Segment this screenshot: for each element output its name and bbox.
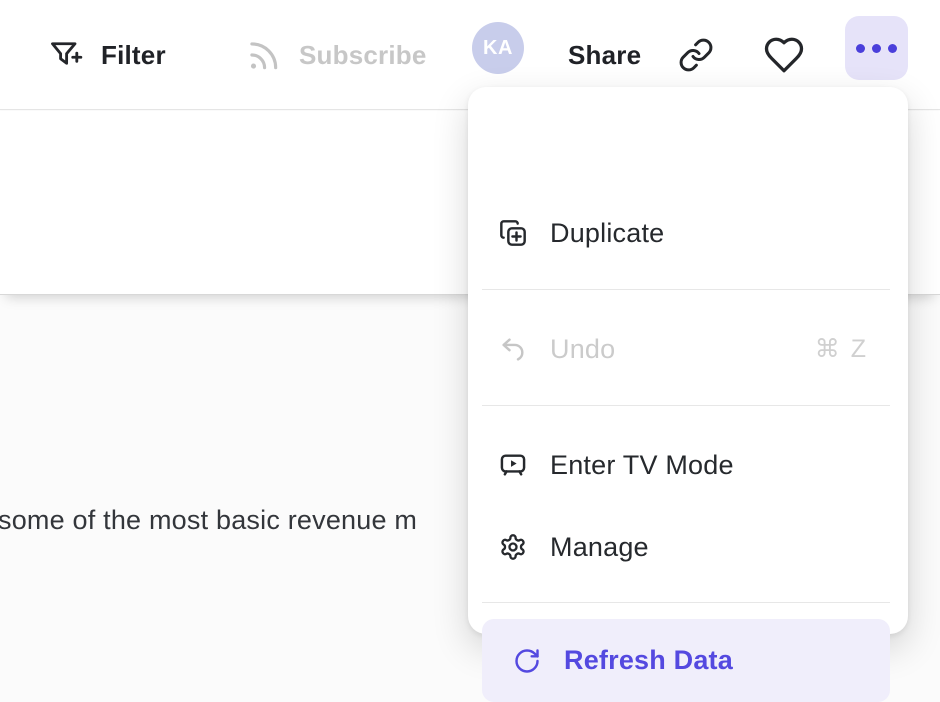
menu-item-label: Manage	[550, 532, 649, 563]
menu-item-label: Duplicate	[550, 218, 664, 249]
menu-item-enter-tv-mode[interactable]: Enter TV Mode	[468, 435, 908, 495]
overflow-menu: Duplicate Undo ⌘ Z Enter TV M	[468, 87, 908, 634]
gear-icon	[499, 533, 527, 561]
menu-item-undo[interactable]: Undo ⌘ Z	[468, 319, 908, 379]
menu-item-shortcut: ⌘ Z	[815, 334, 868, 364]
filter-plus-icon	[48, 37, 84, 73]
menu-item-label: Refresh Data	[564, 645, 733, 676]
ellipsis-icon	[856, 44, 865, 53]
subscribe-button[interactable]: Subscribe	[244, 0, 427, 110]
link-icon	[678, 37, 714, 73]
filter-button[interactable]: Filter	[48, 0, 166, 110]
filter-label: Filter	[101, 40, 166, 71]
undo-icon	[499, 335, 527, 363]
refresh-icon	[513, 647, 541, 675]
menu-divider	[482, 289, 890, 290]
menu-item-manage[interactable]: Manage	[468, 517, 908, 577]
app-root: some of the most basic revenue m Filter …	[0, 0, 940, 662]
share-label: Share	[568, 40, 641, 71]
more-options-button[interactable]	[845, 16, 908, 80]
menu-divider	[482, 602, 890, 603]
heart-icon	[763, 34, 805, 76]
menu-item-label: Undo	[550, 334, 615, 365]
duplicate-icon	[499, 219, 527, 247]
user-avatar[interactable]: KA	[472, 22, 524, 74]
rss-icon	[244, 36, 282, 74]
menu-divider	[482, 405, 890, 406]
menu-item-duplicate[interactable]: Duplicate	[468, 203, 908, 263]
subscribe-label: Subscribe	[299, 40, 427, 71]
menu-item-label: Enter TV Mode	[550, 450, 734, 481]
tv-icon	[499, 451, 527, 479]
menu-item-refresh-data[interactable]: Refresh Data	[482, 619, 890, 702]
